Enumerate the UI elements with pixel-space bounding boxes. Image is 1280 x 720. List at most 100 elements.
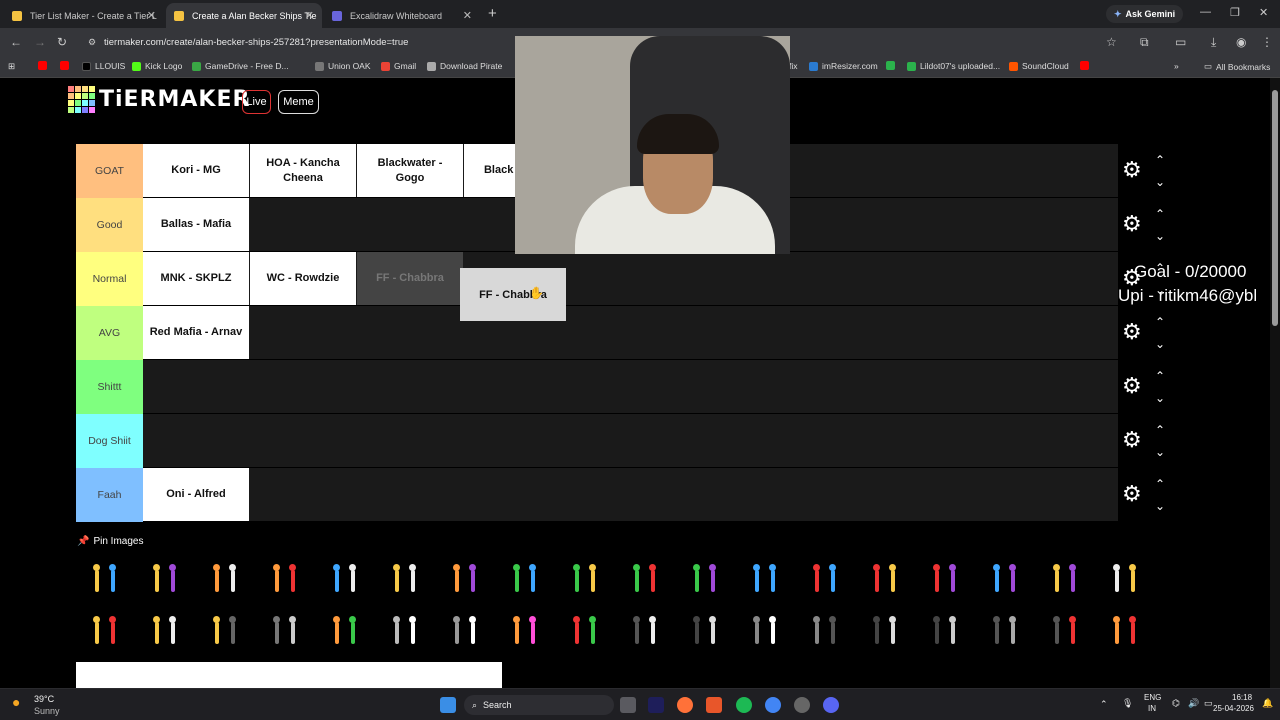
gear-icon[interactable]: ⚙ [1122, 159, 1142, 181]
tier-item[interactable]: Oni - Alfred [143, 468, 249, 521]
windows-start-icon[interactable] [440, 697, 456, 713]
stick-figure-image[interactable] [625, 560, 665, 600]
close-tab-icon[interactable]: ✕ [305, 9, 314, 22]
scrollbar-thumb[interactable] [1272, 90, 1278, 326]
spotify-icon[interactable] [736, 697, 752, 713]
minimize-icon[interactable]: — [1200, 6, 1211, 18]
bookmark-llouis[interactable]: LLOUIS [82, 61, 125, 71]
download-icon[interactable]: ⤓ [1211, 35, 1216, 50]
tab-tier-list-maker[interactable]: Tier List Maker - Create a Tier L ✕ [4, 3, 164, 28]
gear-icon[interactable]: ⚙ [1122, 321, 1142, 343]
network-icon[interactable]: ⌬ [1172, 698, 1180, 709]
stick-figure-image[interactable] [85, 560, 125, 600]
all-bookmarks[interactable]: ▭ All Bookmarks [1204, 61, 1270, 72]
stick-figure-image[interactable] [85, 612, 125, 652]
stick-figure-image[interactable] [985, 560, 1025, 600]
meme-button[interactable]: Meme [278, 90, 319, 114]
youtube-bookmark-icon[interactable] [60, 61, 69, 70]
firefox-icon[interactable] [677, 697, 693, 713]
chrome-icon[interactable] [765, 697, 781, 713]
maximize-icon[interactable]: ❐ [1230, 6, 1240, 19]
youtube-bookmark-icon[interactable] [38, 61, 47, 70]
chevron-down-icon[interactable]: ⌄ [1155, 392, 1165, 404]
premiere-icon[interactable] [648, 697, 664, 713]
stick-figure-image[interactable] [1105, 612, 1145, 652]
stick-figure-image[interactable] [145, 560, 185, 600]
apps-icon[interactable]: ⊞ [8, 61, 15, 72]
stick-figure-image[interactable] [565, 612, 605, 652]
stick-figure-image[interactable] [385, 612, 425, 652]
stick-figure-image[interactable] [625, 612, 665, 652]
close-tab-icon[interactable]: ✕ [147, 9, 156, 22]
bookmark-star-icon[interactable]: ☆ [1106, 35, 1117, 49]
tier-label[interactable]: Good [76, 198, 143, 252]
profile-avatar-icon[interactable]: ◉ [1236, 35, 1246, 49]
region-indicator[interactable]: IN [1148, 704, 1156, 713]
tier-row-dog-shiit[interactable]: Dog Shiit [76, 414, 1118, 468]
stick-figure-image[interactable] [805, 560, 845, 600]
more-bookmarks-icon[interactable]: » [1174, 61, 1179, 71]
bookmark-download-pirate[interactable]: Download Pirate [427, 61, 502, 71]
dragged-tier-item[interactable]: FF - Chabbra [460, 268, 566, 321]
obs-icon[interactable] [794, 697, 810, 713]
tier-row-faah[interactable]: Faah Oni - Alfred [76, 468, 1118, 522]
stick-figure-image[interactable] [985, 612, 1025, 652]
chevron-down-icon[interactable]: ⌄ [1155, 500, 1165, 512]
gear-icon[interactable]: ⚙ [1122, 213, 1142, 235]
back-icon[interactable]: ← [10, 35, 22, 49]
chevron-up-icon[interactable]: ⌃ [1155, 478, 1165, 490]
chevron-up-icon[interactable]: ⌃ [1155, 154, 1165, 166]
stick-figure-image[interactable] [745, 612, 785, 652]
chevron-up-icon[interactable]: ⌃ [1155, 208, 1165, 220]
tier-item[interactable]: HOA - Kancha Cheena [250, 144, 356, 197]
chevron-down-icon[interactable]: ⌄ [1155, 176, 1165, 188]
chevron-up-icon[interactable]: ⌃ [1155, 316, 1165, 328]
notifications-icon[interactable]: 🔔 [1262, 698, 1273, 709]
bookmark-extra-icon[interactable] [886, 61, 895, 70]
tier-label[interactable]: Normal [76, 252, 143, 306]
stick-figure-image[interactable] [565, 560, 605, 600]
weather-temp[interactable]: 39°C [34, 694, 54, 704]
chevron-up-icon[interactable]: ⌃ [1155, 370, 1165, 382]
stick-figure-image[interactable] [505, 612, 545, 652]
tier-row-avg[interactable]: AVG Red Mafia - Arnav [76, 306, 1118, 360]
tier-item[interactable]: Kori - MG [143, 144, 249, 197]
tier-label[interactable]: GOAT [76, 144, 143, 198]
bookmark-lildot[interactable]: Lildot07's uploaded... [907, 61, 1000, 71]
tab-alan-becker-ships[interactable]: Create a Alan Becker Ships Tie ✕ [166, 3, 322, 28]
stick-figure-image[interactable] [925, 612, 965, 652]
youtube-bookmark-icon[interactable] [1080, 61, 1089, 70]
address-url[interactable]: tiermaker.com/create/alan-becker-ships-2… [104, 37, 408, 48]
weather-desc[interactable]: Sunny [34, 706, 60, 716]
taskbar-search[interactable]: ⌕ Search [464, 695, 614, 715]
stick-figure-image[interactable] [445, 560, 485, 600]
bookmark-soundcloud[interactable]: SoundCloud [1009, 61, 1069, 71]
tier-item[interactable]: Red Mafia - Arnav [143, 306, 249, 359]
close-tab-icon[interactable]: ✕ [463, 9, 472, 22]
pin-images[interactable]: 📌 Pin Images [77, 536, 143, 547]
chevron-down-icon[interactable]: ⌄ [1155, 230, 1165, 242]
live-button[interactable]: Live [242, 90, 271, 114]
tier-item[interactable]: Blackwater - Gogo [357, 144, 463, 197]
language-indicator[interactable]: ENG [1144, 693, 1161, 702]
stick-figure-image[interactable] [205, 612, 245, 652]
page-scrollbar[interactable] [1270, 78, 1280, 688]
tier-label[interactable]: Shittt [76, 360, 143, 414]
stick-figure-image[interactable] [385, 560, 425, 600]
new-tab-icon[interactable]: + [488, 5, 497, 22]
stick-figure-image[interactable] [505, 560, 545, 600]
chevron-up-icon[interactable]: ⌃ [1100, 699, 1108, 710]
stick-figure-image[interactable] [865, 612, 905, 652]
bookmark-fix[interactable]: fix [789, 61, 798, 71]
stick-figure-image[interactable] [325, 612, 365, 652]
tier-item[interactable]: MNK - SKPLZ [143, 252, 249, 305]
stick-figure-image[interactable] [145, 612, 185, 652]
bookmark-gmail[interactable]: Gmail [381, 61, 416, 71]
stick-figure-image[interactable] [265, 612, 305, 652]
stick-figure-image[interactable] [445, 612, 485, 652]
stick-figure-image[interactable] [925, 560, 965, 600]
bookmark-imresizer[interactable]: imResizer.com [809, 61, 878, 71]
discord-icon[interactable] [823, 697, 839, 713]
tier-label[interactable]: AVG [76, 306, 143, 360]
gear-icon[interactable]: ⚙ [1122, 429, 1142, 451]
